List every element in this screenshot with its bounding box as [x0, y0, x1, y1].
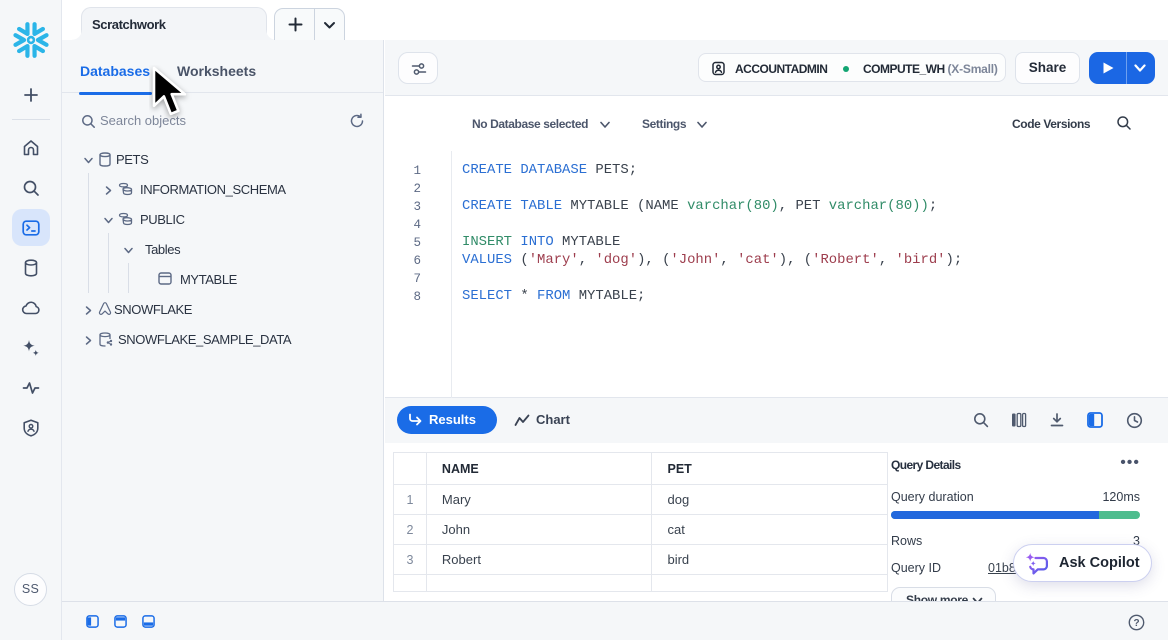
svg-text:?: ?	[1133, 618, 1139, 629]
